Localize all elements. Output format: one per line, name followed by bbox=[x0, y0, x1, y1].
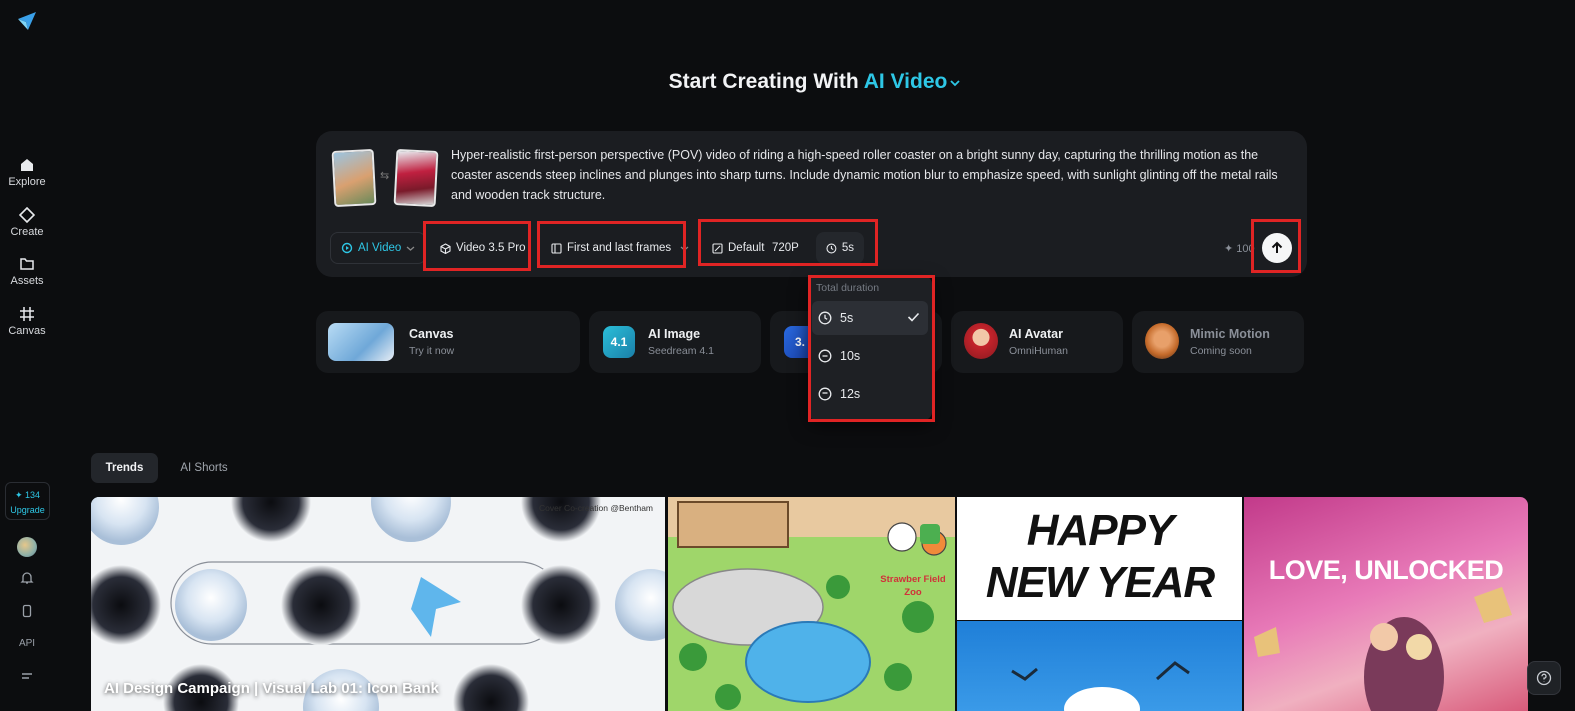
clock-icon bbox=[826, 243, 837, 253]
title-accent: AI Video bbox=[863, 70, 948, 93]
sidebar-item-label: Create bbox=[10, 226, 44, 238]
sidebar-item-explore[interactable]: Explore bbox=[0, 157, 54, 188]
tool-card-ai-avatar[interactable]: AI Avatar OmniHuman bbox=[951, 311, 1123, 373]
clock-icon bbox=[818, 311, 832, 325]
sidebar-item-label: Explore bbox=[8, 176, 46, 188]
menu-icon[interactable] bbox=[0, 671, 54, 686]
sidebar-item-label: Canvas bbox=[8, 325, 46, 337]
gallery-overlay-text: HAPPY NEW YEAR bbox=[985, 506, 1215, 607]
gallery-overlay-text: Strawber Field Zoo bbox=[880, 574, 946, 598]
prompt-card: ⇆ Hyper-realistic first-person perspecti… bbox=[316, 131, 1307, 277]
mode-selector[interactable]: AI Video bbox=[330, 232, 427, 264]
ai-avatar-thumbnail bbox=[964, 323, 998, 359]
cube-icon bbox=[440, 242, 451, 254]
duration-label: 5s bbox=[841, 242, 854, 254]
tool-title: Canvas bbox=[409, 327, 454, 341]
frames-selector-label: First and last frames bbox=[567, 242, 672, 254]
duration-option-12s[interactable]: 12s bbox=[812, 377, 928, 411]
credits-badge[interactable]: ✦ 134 Upgrade bbox=[5, 482, 50, 520]
gallery-image bbox=[91, 497, 665, 711]
gallery-image bbox=[1011, 661, 1190, 711]
option-label: 12s bbox=[840, 387, 861, 401]
duration-option-10s[interactable]: 10s bbox=[812, 339, 928, 373]
mimic-motion-thumbnail bbox=[1145, 323, 1179, 359]
upgrade-link[interactable]: Upgrade bbox=[6, 503, 49, 518]
gallery-card[interactable]: HAPPY NEW YEAR bbox=[957, 497, 1242, 620]
chevron-down-icon bbox=[680, 246, 689, 251]
gallery-card[interactable]: LOVE, UNLOCKED bbox=[1244, 497, 1528, 711]
clock-icon bbox=[818, 349, 832, 363]
duration-option-5s[interactable]: 5s bbox=[812, 301, 928, 335]
video-mode-icon bbox=[341, 242, 353, 254]
folder-icon bbox=[20, 258, 34, 270]
duration-selector[interactable]: 5s bbox=[816, 232, 864, 264]
mode-switcher[interactable]: AI Video bbox=[864, 70, 962, 93]
checkmark-icon bbox=[907, 312, 920, 322]
title-prefix: Start Creating With bbox=[668, 70, 859, 93]
generate-button[interactable] bbox=[1262, 233, 1292, 263]
sidebar-item-create[interactable]: Create bbox=[0, 207, 54, 238]
dropdown-header: Total duration bbox=[816, 282, 880, 294]
swap-frames-icon[interactable]: ⇆ bbox=[380, 169, 389, 182]
gallery-card[interactable] bbox=[957, 621, 1242, 711]
gallery-overlay-text: LOVE, UNLOCKED bbox=[1268, 555, 1504, 585]
credit-cost: ✦ 100 bbox=[1224, 243, 1255, 255]
aspect-ratio-icon bbox=[712, 242, 723, 254]
gallery-caption: AI Design Campaign | Visual Lab 01: Icon… bbox=[104, 680, 439, 697]
sidebar-item-assets[interactable]: Assets bbox=[0, 256, 54, 287]
notification-bell-icon[interactable] bbox=[0, 571, 54, 588]
tool-subtitle: OmniHuman bbox=[1009, 345, 1068, 357]
page-title: Start Creating With AI Video bbox=[0, 70, 1575, 94]
frames-selector[interactable]: First and last frames bbox=[541, 232, 699, 264]
canvas-thumbnail bbox=[328, 323, 394, 361]
tab-ai-shorts[interactable]: AI Shorts bbox=[171, 453, 237, 483]
chevron-down-icon bbox=[950, 80, 960, 87]
first-frame-thumbnail[interactable] bbox=[331, 148, 377, 208]
tool-title: AI Avatar bbox=[1009, 327, 1063, 341]
app-logo-icon[interactable] bbox=[16, 10, 38, 32]
gallery-card[interactable]: Strawber Field Zoo bbox=[668, 497, 955, 711]
gallery-image bbox=[1254, 587, 1512, 711]
grid-icon bbox=[20, 307, 34, 321]
sidebar: Explore Create Assets Canvas ✦ 134 Upgra… bbox=[0, 0, 54, 711]
chevron-down-icon bbox=[406, 246, 415, 251]
arrow-up-icon bbox=[1271, 241, 1283, 253]
mode-selector-label: AI Video bbox=[358, 242, 402, 254]
gallery-card[interactable]: Cover Co-creation @Bentham AI Design Cam… bbox=[91, 497, 665, 711]
tool-title: Mimic Motion bbox=[1190, 327, 1270, 341]
last-frame-thumbnail[interactable] bbox=[393, 148, 439, 208]
clock-icon bbox=[818, 387, 832, 401]
prompt-input[interactable]: Hyper-realistic first-person perspective… bbox=[451, 145, 1291, 205]
gallery-image bbox=[668, 497, 955, 710]
help-button[interactable] bbox=[1527, 661, 1561, 695]
tool-title: AI Image bbox=[648, 327, 701, 341]
model-selector[interactable]: Video 3.5 Pro bbox=[430, 232, 535, 264]
avatar[interactable] bbox=[17, 537, 37, 557]
home-icon bbox=[21, 159, 33, 171]
option-label: 5s bbox=[840, 311, 854, 325]
tab-trends[interactable]: Trends bbox=[91, 453, 158, 483]
resolution-selector[interactable]: 720P bbox=[762, 232, 809, 264]
sidebar-item-label: Assets bbox=[10, 275, 44, 287]
api-link[interactable]: API bbox=[0, 638, 54, 649]
mobile-app-icon[interactable] bbox=[0, 604, 54, 621]
option-label: 10s bbox=[840, 349, 861, 363]
tool-subtitle: Coming soon bbox=[1190, 345, 1252, 357]
duration-dropdown: Total duration 5s 10s 12s bbox=[808, 276, 932, 420]
gallery-credit: Cover Co-creation @Bentham bbox=[539, 503, 653, 513]
resolution-label: 720P bbox=[772, 242, 799, 254]
aspect-ratio-label: Default bbox=[728, 242, 765, 254]
sidebar-item-canvas[interactable]: Canvas bbox=[0, 306, 54, 337]
model-selector-label: Video 3.5 Pro bbox=[456, 242, 526, 254]
diamond-icon bbox=[19, 207, 35, 223]
tool-card-canvas[interactable]: Canvas Try it now bbox=[316, 311, 580, 373]
tool-card-mimic-motion[interactable]: Mimic Motion Coming soon bbox=[1132, 311, 1304, 373]
tool-card-ai-image[interactable]: 4.1 AI Image Seedream 4.1 bbox=[589, 311, 761, 373]
tool-subtitle: Try it now bbox=[409, 345, 455, 357]
ai-image-badge: 4.1 bbox=[603, 326, 635, 358]
credits-amount: ✦ 134 bbox=[14, 490, 41, 500]
frames-icon bbox=[551, 242, 562, 254]
help-icon bbox=[1536, 670, 1552, 686]
tool-subtitle: Seedream 4.1 bbox=[648, 345, 714, 357]
